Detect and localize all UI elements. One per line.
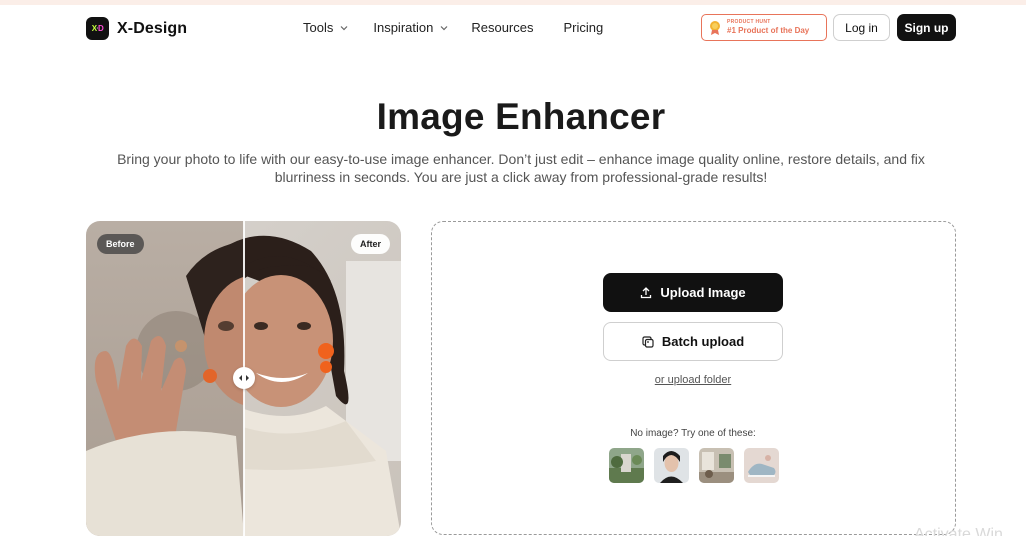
os-activation-watermark: Activate Win bbox=[914, 526, 1003, 536]
chevron-down-icon bbox=[440, 25, 448, 30]
comparison-slider-handle[interactable] bbox=[233, 367, 255, 389]
sample-image-sneaker[interactable] bbox=[744, 448, 779, 483]
brand-logo[interactable]: X · D X-Design bbox=[86, 17, 187, 40]
subtitle-line-2: blurriness in seconds. You are just a cl… bbox=[274, 169, 768, 185]
upload-image-button[interactable]: Upload Image bbox=[603, 273, 783, 312]
login-button[interactable]: Log in bbox=[833, 14, 890, 41]
upload-folder-link[interactable]: or upload folder bbox=[432, 374, 954, 386]
medal-icon bbox=[710, 20, 720, 35]
nav-inspiration-label: Inspiration bbox=[373, 20, 434, 35]
subtitle-line-1: Bring your photo to life with our easy-t… bbox=[117, 151, 925, 167]
site-header: X · D X-Design Tools Inspiration Resources… bbox=[0, 5, 1026, 51]
page-title: Image Enhancer bbox=[376, 96, 666, 137]
nav-pricing-label: Pricing bbox=[563, 20, 604, 35]
badge-main-text: #1 Product of the Day bbox=[727, 26, 810, 35]
nav-resources-label: Resources bbox=[471, 20, 534, 35]
drag-arrows-icon bbox=[239, 375, 249, 381]
logo-icon: X · D bbox=[86, 17, 109, 40]
sample-image-garden[interactable] bbox=[609, 448, 644, 483]
sample-image-interior[interactable] bbox=[699, 448, 734, 483]
sample-images-prompt: No image? Try one of these: bbox=[630, 428, 756, 439]
upload-image-label: Upload Image bbox=[660, 285, 746, 300]
after-tag: After bbox=[350, 234, 390, 254]
nav-tools[interactable]: Tools bbox=[303, 20, 349, 35]
nav-pricing[interactable]: Pricing bbox=[563, 20, 603, 35]
brand-name: X-Design bbox=[117, 19, 188, 37]
sample-image-portrait[interactable] bbox=[654, 448, 689, 483]
before-tag: Before bbox=[97, 234, 144, 254]
page-subtitle: Bring your photo to life with our easy-t… bbox=[103, 150, 939, 186]
main-nav: Tools Inspiration Resources Pricing bbox=[303, 20, 603, 35]
nav-resources[interactable]: Resources bbox=[471, 20, 533, 35]
sample-images bbox=[609, 448, 779, 483]
batch-upload-label: Batch upload bbox=[661, 334, 745, 349]
batch-images-icon bbox=[642, 335, 654, 348]
product-hunt-badge[interactable]: PRODUCT HUNT #1 Product of the Day bbox=[701, 14, 827, 41]
signup-button[interactable]: Sign up bbox=[897, 14, 956, 41]
batch-upload-button[interactable]: Batch upload bbox=[603, 322, 783, 361]
badge-top-text: PRODUCT HUNT bbox=[727, 19, 771, 25]
nav-tools-label: Tools bbox=[303, 20, 334, 35]
upload-icon bbox=[641, 286, 652, 298]
chevron-down-icon bbox=[340, 25, 348, 30]
nav-inspiration[interactable]: Inspiration bbox=[373, 20, 449, 35]
before-after-comparison[interactable]: Before After bbox=[86, 221, 401, 536]
upload-dropzone[interactable]: Upload Image Batch upload or upload fold… bbox=[431, 221, 956, 535]
